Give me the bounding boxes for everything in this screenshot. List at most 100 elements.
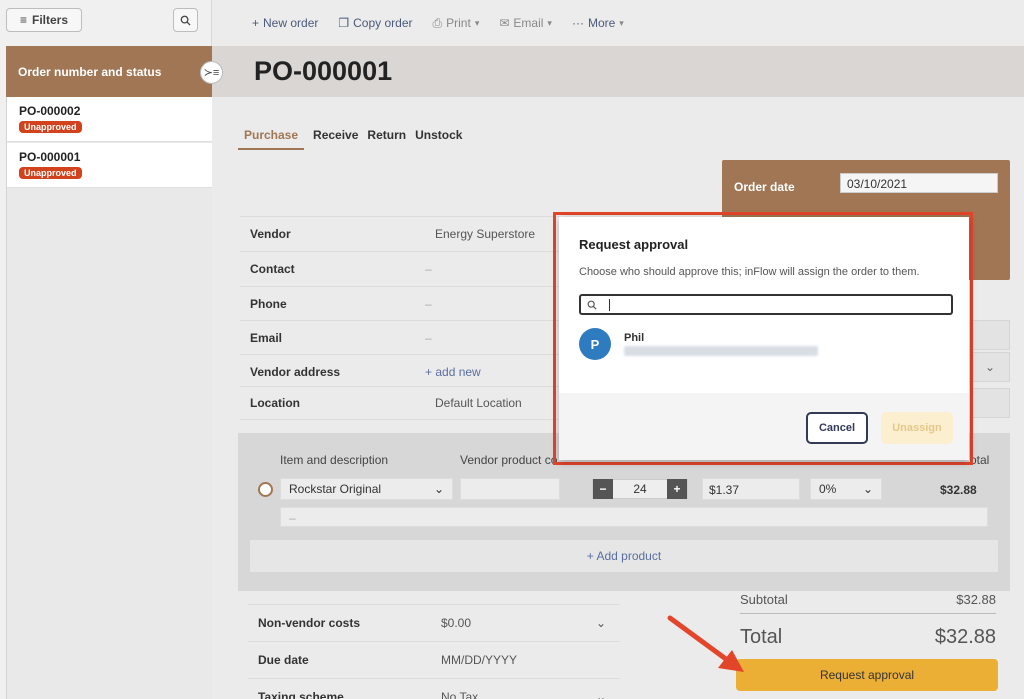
row-select-radio[interactable] — [258, 482, 273, 497]
item-select[interactable]: Rockstar Original ⌄ — [280, 478, 453, 500]
dialog-title: Request approval — [579, 237, 689, 252]
avatar[interactable]: P — [579, 328, 611, 360]
chevron-down-icon: ⌄ — [862, 482, 873, 496]
non-vendor-costs-label: Non-vendor costs — [258, 615, 361, 630]
order-tabs: Purchase Receive Return Unstock — [238, 128, 462, 150]
vendor-value: Energy Superstore — [435, 226, 536, 241]
due-date-row[interactable]: Due date MM/DD/YYYY — [248, 641, 620, 677]
collapse-icon: ≻≡ — [203, 67, 220, 79]
cancel-button[interactable]: Cancel — [806, 412, 868, 444]
status-badge: Unapproved — [19, 167, 82, 179]
new-order-button[interactable]: + New order — [252, 16, 318, 30]
chevron-down-icon: ▾ — [619, 17, 624, 28]
unassign-button[interactable]: Unassign — [881, 412, 953, 444]
email-button[interactable]: ✉ Email ▾ — [499, 16, 552, 30]
non-vendor-costs-value: $0.00 — [441, 615, 472, 630]
order-number: PO-000002 — [19, 104, 81, 118]
email-label: Email — [513, 16, 544, 30]
new-order-label: New order — [263, 16, 319, 30]
email-row[interactable]: Email – — [240, 320, 560, 354]
approver-search-input[interactable] — [579, 294, 953, 315]
phone-value: – — [425, 296, 432, 311]
taxing-scheme-label: Taxing scheme — [258, 689, 344, 699]
search-button[interactable] — [173, 8, 198, 32]
copy-icon: ❐ — [338, 16, 350, 30]
order-list-item[interactable]: PO-000002 Unapproved — [7, 97, 213, 142]
side-field[interactable] — [970, 320, 1010, 350]
total-row: Total $32.88 — [740, 626, 996, 649]
more-button[interactable]: ··· More ▾ — [572, 16, 624, 30]
request-approval-button[interactable]: Request approval — [736, 659, 998, 691]
user-email-redacted — [624, 346, 818, 356]
taxing-scheme-row[interactable]: Taxing scheme No Tax ⌄ — [248, 678, 620, 699]
chevron-down-icon[interactable]: ⌄ — [596, 616, 620, 630]
chevron-down-icon: ▾ — [547, 17, 552, 28]
filter-icon: ≡ — [19, 13, 27, 27]
vendor-row[interactable]: Vendor Energy Superstore — [240, 216, 560, 250]
email-label: Email — [250, 330, 283, 345]
discount-value: 0% — [819, 482, 837, 496]
taxing-scheme-value: No Tax — [441, 689, 479, 699]
location-label: Location — [250, 396, 300, 410]
vendor-address-row: Vendor address + add new — [240, 354, 560, 388]
order-list: PO-000002 Unapproved PO-000001 Unapprove… — [6, 97, 213, 699]
add-address-link[interactable]: + add new — [425, 365, 481, 379]
discount-select[interactable]: 0% ⌄ — [810, 478, 882, 500]
subtotal-value: $32.88 — [956, 592, 996, 607]
phone-label: Phone — [250, 296, 287, 311]
filters-button[interactable]: ≡ Filters — [6, 8, 82, 32]
line-total: $32.88 — [940, 483, 977, 497]
print-button[interactable]: ⎙ Print ▾ — [433, 16, 480, 31]
contact-row[interactable]: Contact – — [240, 251, 560, 285]
copy-order-label: Copy order — [353, 16, 413, 30]
item-name: Rockstar Original — [289, 482, 382, 496]
vendor-address-label: Vendor address — [250, 364, 341, 379]
tab-unstock[interactable]: Unstock — [415, 128, 462, 150]
chevron-down-icon: ⌄ — [433, 482, 444, 496]
tab-receive[interactable]: Receive — [313, 128, 358, 150]
user-name[interactable]: Phil — [624, 332, 644, 344]
increment-button[interactable]: + — [667, 479, 687, 499]
location-row[interactable]: Location Default Location — [240, 386, 560, 420]
search-icon — [587, 300, 597, 310]
chevron-down-icon[interactable]: ⌄ — [596, 690, 620, 699]
total-value: $32.88 — [934, 626, 996, 648]
add-product-button[interactable]: + Add product — [250, 540, 998, 572]
col-vendor-code-header: Vendor product co — [460, 453, 558, 467]
arrow-annotation — [667, 615, 744, 672]
side-field[interactable] — [970, 388, 1010, 418]
order-date-input[interactable]: 03/10/2021 — [840, 173, 998, 193]
search-icon — [180, 15, 191, 26]
due-date-label: Due date — [258, 652, 309, 667]
location-value: Default Location — [435, 396, 522, 410]
copy-order-button[interactable]: ❐ Copy order — [338, 16, 412, 30]
due-date-value: MM/DD/YYYY — [441, 652, 518, 667]
side-dropdown[interactable]: ⌄ — [970, 352, 1010, 382]
non-vendor-costs-row[interactable]: Non-vendor costs $0.00 ⌄ — [248, 604, 620, 640]
contact-value: – — [425, 261, 432, 276]
order-date-label: Order date — [734, 180, 795, 194]
tab-return[interactable]: Return — [367, 128, 406, 150]
vendor-code-input[interactable] — [460, 478, 560, 500]
decrement-button[interactable]: − — [593, 479, 613, 499]
filters-label: Filters — [32, 13, 69, 27]
dialog-description: Choose who should approve this; inFlow w… — [579, 266, 920, 278]
email-value: – — [425, 330, 432, 345]
order-list-item[interactable]: PO-000001 Unapproved — [7, 143, 213, 188]
description-input[interactable]: – — [280, 507, 988, 527]
text-cursor — [609, 298, 610, 311]
tab-purchase[interactable]: Purchase — [238, 128, 305, 150]
chevron-down-icon: ⌄ — [984, 360, 996, 374]
contact-label: Contact — [250, 261, 295, 276]
vendor-label: Vendor — [250, 226, 291, 241]
quantity-stepper: − 24 + — [592, 479, 688, 499]
printer-icon: ⎙ — [432, 15, 443, 30]
order-list-header[interactable]: Order number and status — [6, 46, 212, 97]
quantity-value[interactable]: 24 — [613, 482, 667, 496]
order-number: PO-000001 — [19, 150, 81, 164]
more-label: More — [587, 16, 616, 30]
collapse-sidebar-button[interactable]: ≻≡ — [200, 61, 223, 84]
unit-price-input[interactable]: $1.37 — [702, 478, 800, 500]
ellipsis-icon: ··· — [571, 16, 584, 30]
phone-row[interactable]: Phone – — [240, 286, 560, 320]
